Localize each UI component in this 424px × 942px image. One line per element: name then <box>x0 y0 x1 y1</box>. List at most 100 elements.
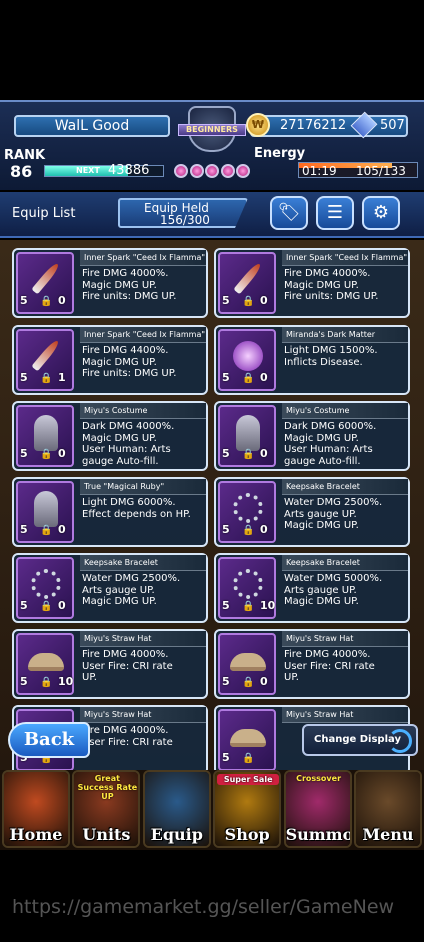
limit-break-count: 0 <box>260 675 268 688</box>
hat-icon <box>26 641 66 679</box>
figure-icon <box>26 489 66 527</box>
next-label: NEXT <box>76 166 100 175</box>
beginners-badge: BEGINNERS <box>178 124 246 136</box>
watermark: https://gamemarket.gg/seller/GameNew <box>12 896 395 918</box>
equip-name: Keepsake Bracelet <box>282 479 408 495</box>
gem-row <box>174 164 250 178</box>
limit-break-count: 0 <box>260 447 268 460</box>
beginners-emblem[interactable]: BEGINNERS <box>174 104 250 182</box>
equip-card[interactable]: 5 🔒 0 Inner Spark "Ceed Ix Flamma" Fire DMG … <box>12 248 208 318</box>
equip-held-value: 156/300 <box>160 213 210 227</box>
equip-name: Inner Spark "Ceed Ix Flamma" <box>80 250 206 266</box>
nav-shop[interactable]: Super Sale Shop <box>213 770 282 848</box>
bottom-nav: Home Great Success Rate UP Units Equip Super… <box>0 770 424 850</box>
nav-label: Units <box>82 825 131 844</box>
equip-thumbnail: 5 🔒 0 <box>218 252 276 314</box>
game-screen: WalL Good BEGINNERS ₩ 27176212 507 RANK … <box>0 0 424 942</box>
equip-name: Miyu's Straw Hat <box>282 631 408 647</box>
limit-break-count: 0 <box>260 294 268 307</box>
ring-icon <box>228 489 268 527</box>
limit-break-count: 0 <box>58 599 66 612</box>
equip-description: Dark DMG 6000%. Magic DMG UP. User Human… <box>284 421 377 467</box>
equip-name: Keepsake Bracelet <box>80 555 206 571</box>
tag-button[interactable]: 🏷 <box>270 196 308 230</box>
rarity-stars: 5 <box>222 523 230 536</box>
figure-icon <box>228 413 268 451</box>
crystal-count: 507 <box>380 118 405 133</box>
equip-description: Fire DMG 4000%. User Fire: CRI rate UP. <box>284 649 375 683</box>
equip-description: Dark DMG 4000%. Magic DMG UP. User Human… <box>82 421 175 467</box>
nav-label: Equip <box>150 825 203 844</box>
equip-name: Inner Spark "Ceed Ix Flamma" <box>282 250 408 266</box>
equip-card[interactable]: 5 🔒 0 Miyu's Costume Dark DMG 4000%. Magic D… <box>12 401 208 471</box>
equip-name: Miyu's Costume <box>282 403 408 419</box>
equip-card[interactable]: 5 🔒 0 Miyu's Straw Hat Fire DMG 4000%. User … <box>214 629 410 699</box>
rank-label: RANK <box>4 148 46 163</box>
rarity-stars: 5 <box>20 447 28 460</box>
lock-icon: 🔒 <box>40 601 53 612</box>
next-exp: 43886 <box>108 163 150 178</box>
equip-card[interactable]: 5 🔒 0 Inner Spark "Ceed Ix Flamma" Fire DMG … <box>214 248 410 318</box>
rarity-stars: 5 <box>20 371 28 384</box>
change-display-button[interactable]: Change Display <box>302 724 418 756</box>
equip-list[interactable]: 5 🔒 0 Inner Spark "Ceed Ix Flamma" Fire DMG … <box>0 240 424 770</box>
ring-icon <box>228 565 268 603</box>
lock-icon: 🔒 <box>242 753 255 764</box>
energy-label: Energy <box>254 146 306 161</box>
equip-description: Water DMG 5000%. Arts gauge UP. Magic DM… <box>284 573 383 607</box>
equip-name: Miyu's Straw Hat <box>80 707 206 723</box>
back-button[interactable]: Back <box>8 722 90 758</box>
sort-button[interactable]: ☰ <box>316 196 354 230</box>
nav-summon[interactable]: Crossover Summon <box>283 770 352 848</box>
blade-icon <box>26 260 66 298</box>
equip-card[interactable]: 5 🔒 0 Miranda's Dark Matter Light DMG 1500%.… <box>214 325 410 395</box>
rarity-stars: 5 <box>222 447 230 460</box>
nav-equip[interactable]: Equip <box>142 770 211 848</box>
rarity-stars: 5 <box>222 294 230 307</box>
equip-card[interactable]: 5 🔒 10 Keepsake Bracelet Water DMG 5000%. Ar… <box>214 553 410 623</box>
equip-description: Light DMG 1500%. Inflicts Disease. <box>284 345 378 368</box>
equip-card[interactable]: 5 🔒 1 Inner Spark "Ceed Ix Flamma" Fire DMG … <box>12 325 208 395</box>
rank-value: 86 <box>10 162 33 181</box>
equip-description: Fire DMG 4000%. Magic DMG UP. Fire units… <box>82 268 177 302</box>
gear-icon: ⚙ <box>372 202 390 223</box>
equip-thumbnail: 5 🔒 0 <box>16 252 74 314</box>
currency-plate[interactable]: ₩ 27176212 507 <box>246 111 408 139</box>
equip-card[interactable]: 5 🔒 0 Miyu's Costume Dark DMG 6000%. Magic D… <box>214 401 410 471</box>
equip-description: Water DMG 2500%. Arts gauge UP. Magic DM… <box>284 497 383 531</box>
limit-break-count: 0 <box>260 523 268 536</box>
lock-icon: 🔒 <box>40 677 53 688</box>
rarity-stars: 5 <box>222 751 230 764</box>
equip-thumbnail: 5 🔒 10 <box>218 557 276 619</box>
equip-thumbnail: 5 🔒 0 <box>218 481 276 543</box>
gem-icon <box>220 164 235 178</box>
blade-icon <box>26 337 66 375</box>
player-name[interactable]: WalL Good <box>14 115 170 137</box>
equip-card[interactable]: 5 🔒 10 Miyu's Straw Hat Fire DMG 4000%. User… <box>12 629 208 699</box>
coin-icon: ₩ <box>246 113 270 137</box>
equip-thumbnail: 5 🔒 10 <box>16 633 74 695</box>
gem-icon <box>205 164 219 178</box>
lock-icon: 🔒 <box>242 601 255 612</box>
equip-card[interactable]: 5 🔒 0 True "Magical Ruby" Light DMG 6000%. E… <box>12 477 208 547</box>
nav-badge: Crossover <box>296 774 342 783</box>
equip-card[interactable]: 5 🔒 0 Keepsake Bracelet Water DMG 2500%. Art… <box>12 553 208 623</box>
equip-thumbnail: 5 🔒 0 <box>218 329 276 391</box>
rarity-stars: 5 <box>20 523 28 536</box>
crystal-icon <box>350 111 378 139</box>
rarity-stars: 5 <box>20 294 28 307</box>
rarity-stars: 5 <box>20 675 28 688</box>
equip-thumbnail: 5 🔒 0 <box>16 557 74 619</box>
lock-icon: 🔒 <box>40 373 53 384</box>
nav-menu[interactable]: Menu <box>353 770 422 848</box>
gem-icon <box>174 164 188 178</box>
equip-thumbnail: 5🔒 <box>218 709 276 770</box>
equip-card[interactable]: 5 🔒 0 Keepsake Bracelet Water DMG 2500%. Art… <box>214 477 410 547</box>
lock-icon: 🔒 <box>242 525 255 536</box>
settings-button[interactable]: ⚙ <box>362 196 400 230</box>
nav-units[interactable]: Great Success Rate UP Units <box>72 770 141 848</box>
equip-description: Fire DMG 4400%. Magic DMG UP. Fire units… <box>82 345 177 379</box>
equip-thumbnail: 5 🔒 0 <box>16 405 74 467</box>
equip-thumbnail: 5 🔒 1 <box>16 329 74 391</box>
nav-home[interactable]: Home <box>2 770 70 848</box>
